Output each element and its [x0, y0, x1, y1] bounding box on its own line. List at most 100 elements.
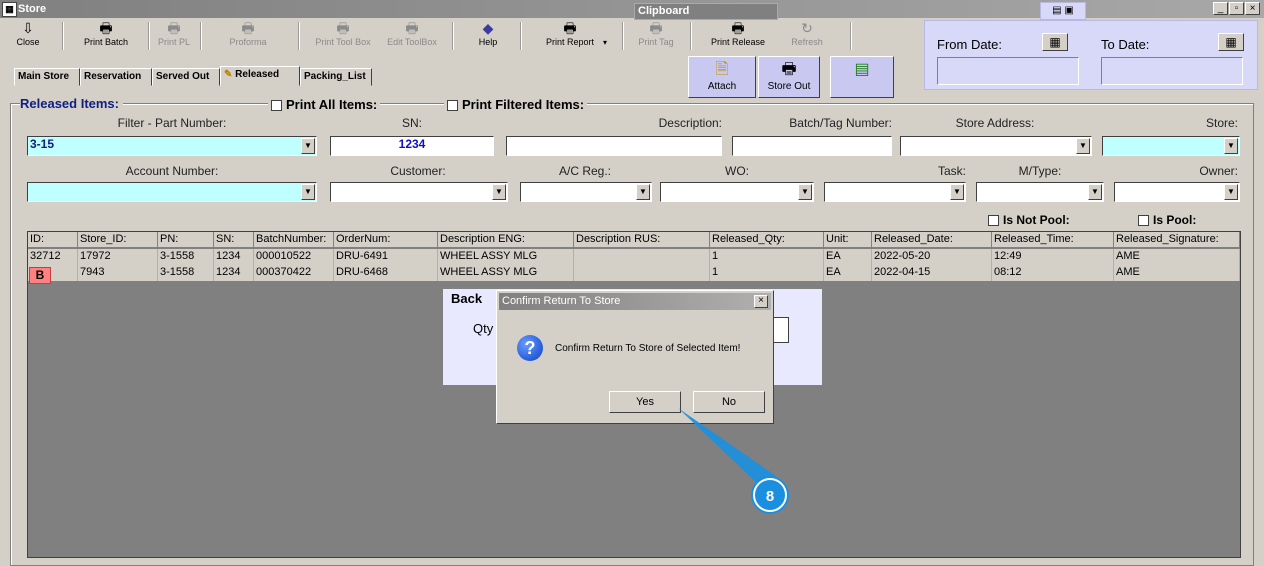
toolbar-separator	[298, 22, 300, 50]
table-row[interactable]: 32712 17972 3-1558 1234 000010522 DRU-64…	[28, 249, 1240, 265]
is-not-pool-checkbox[interactable]: Is Not Pool:	[988, 213, 1070, 227]
attach-icon: 🗎	[715, 61, 729, 78]
column-header[interactable]: Description RUS:	[574, 232, 710, 248]
print-filtered-items-checkbox[interactable]: Print Filtered Items:	[444, 97, 588, 112]
toolbar-separator	[62, 22, 64, 50]
is-pool-checkbox[interactable]: Is Pool:	[1138, 213, 1196, 227]
from-date-field[interactable]	[937, 57, 1079, 85]
wo-combo[interactable]: ▼	[660, 182, 814, 202]
from-date-label: From Date:	[937, 37, 1003, 52]
print-pl-button[interactable]: 🖶 Print PL	[152, 20, 196, 52]
qty-input[interactable]	[773, 317, 789, 343]
to-date-label: To Date:	[1101, 37, 1150, 52]
column-header[interactable]: PN:	[158, 232, 214, 248]
proforma-button[interactable]: 🖶 Proforma	[204, 20, 292, 52]
chevron-down-icon[interactable]: ▼	[636, 184, 650, 200]
customer-combo[interactable]: ▼	[330, 182, 508, 202]
description-input[interactable]	[506, 136, 722, 156]
printer-icon: 🖶	[241, 20, 255, 36]
attach-button[interactable]: 🗎 Attach	[688, 56, 756, 98]
print-tag-button[interactable]: 🖶 Print Tag	[634, 20, 678, 52]
column-header[interactable]: Released_Date:	[872, 232, 992, 248]
help-book-icon: ◆	[482, 20, 494, 36]
ac-reg-combo[interactable]: ▼	[520, 182, 652, 202]
dialog-message: Confirm Return To Store of Selected Item…	[555, 343, 741, 354]
tab-packing-list[interactable]: Packing_List	[300, 68, 372, 86]
close-button[interactable]: ⇩ Close	[14, 20, 42, 52]
column-header[interactable]: Released_Qty:	[710, 232, 824, 248]
tab-served-out[interactable]: Served Out	[152, 68, 220, 86]
column-header[interactable]: Unit:	[824, 232, 872, 248]
print-tool-box-button[interactable]: 🖶 Print Tool Box	[302, 20, 384, 52]
tab-released[interactable]: ✎ Released	[220, 66, 300, 86]
printer-icon: 🖶	[99, 20, 113, 36]
owner-combo[interactable]: ▼	[1114, 182, 1240, 202]
help-button[interactable]: ◆ Help	[468, 20, 508, 52]
chevron-down-icon[interactable]: ▼	[1076, 138, 1090, 154]
column-header[interactable]: Released_Time:	[992, 232, 1114, 248]
chevron-down-icon[interactable]: ▼	[1224, 138, 1238, 154]
table-header: ID: Store_ID: PN: SN: BatchNumber: Order…	[28, 232, 1240, 248]
column-header[interactable]: Description ENG:	[438, 232, 574, 248]
column-header[interactable]: Released_Signature:	[1114, 232, 1240, 248]
tab-main-store[interactable]: Main Store	[14, 68, 80, 86]
to-date-field[interactable]	[1101, 57, 1243, 85]
chevron-down-icon[interactable]: ▼	[950, 184, 964, 200]
edit-toolbox-button[interactable]: 🖶 Edit ToolBox	[384, 20, 440, 52]
chevron-down-icon[interactable]: ▼	[301, 184, 315, 200]
chevron-down-icon[interactable]: ▼	[1088, 184, 1102, 200]
printer-icon: 🖶	[781, 61, 797, 78]
sn-input[interactable]: 1234	[330, 136, 494, 156]
description-label: Description:	[658, 116, 722, 130]
store-address-combo[interactable]: ▼	[900, 136, 1092, 156]
toolbar-separator	[200, 22, 202, 50]
part-number-combo[interactable]: 3-15 ▼	[27, 136, 317, 156]
restore-icon[interactable]: ▫	[1229, 2, 1244, 15]
calendar-icon[interactable]: ▦	[1218, 33, 1244, 51]
clipboard-window[interactable]: Clipboard	[634, 3, 778, 20]
store-combo[interactable]: ▼	[1102, 136, 1240, 156]
task-combo[interactable]: ▼	[824, 182, 966, 202]
column-header[interactable]: Store_ID:	[78, 232, 158, 248]
chevron-down-icon[interactable]: ▼	[1224, 184, 1238, 200]
print-report-button[interactable]: 🖶 Print Report	[528, 20, 612, 52]
customer-label: Customer:	[390, 164, 446, 178]
mtype-combo[interactable]: ▼	[976, 182, 1104, 202]
chevron-down-icon[interactable]: ▼	[301, 138, 315, 154]
refresh-button[interactable]: ↻ Refresh	[784, 20, 830, 52]
table-row[interactable]: 7 7943 3-1558 1234 000370422 DRU-6468 WH…	[28, 265, 1240, 281]
printer-icon: 🖶	[563, 20, 577, 36]
store-out-button[interactable]: 🖶 Store Out	[758, 56, 820, 98]
chevron-down-icon[interactable]: ▾	[603, 38, 607, 47]
account-number-label: Account Number:	[125, 164, 219, 178]
small-toolbar-icons[interactable]: ▤ ▣	[1040, 2, 1086, 20]
printer-icon: 🖶	[336, 20, 350, 36]
print-all-items-checkbox[interactable]: Print All Items:	[268, 97, 381, 112]
task-label: Task:	[937, 164, 966, 178]
close-icon[interactable]: ×	[754, 295, 768, 308]
chevron-down-icon[interactable]: ▼	[798, 184, 812, 200]
back-panel-title: Back	[451, 291, 483, 306]
column-header[interactable]: ID:	[28, 232, 78, 248]
wo-label: WO:	[725, 164, 749, 178]
minimize-icon[interactable]: _	[1213, 2, 1228, 15]
refresh-icon: ↻	[801, 20, 813, 36]
column-header[interactable]: SN:	[214, 232, 254, 248]
toolbar-separator	[520, 22, 522, 50]
print-release-button[interactable]: 🖶 Print Release	[704, 20, 772, 52]
column-header[interactable]: OrderNum:	[334, 232, 438, 248]
account-number-combo[interactable]: ▼	[27, 182, 317, 202]
chevron-down-icon[interactable]: ▼	[492, 184, 506, 200]
toolbar-separator	[622, 22, 624, 50]
printer-icon: 🖶	[167, 20, 181, 36]
tab-reservation[interactable]: Reservation	[80, 68, 152, 86]
close-icon: ⇩	[22, 20, 34, 36]
batch-tag-input[interactable]	[732, 136, 892, 156]
column-header[interactable]: BatchNumber:	[254, 232, 334, 248]
calendar-icon[interactable]: ▦	[1042, 33, 1068, 51]
close-window-icon[interactable]: ×	[1245, 2, 1260, 15]
print-batch-button[interactable]: 🖶 Print Batch	[68, 20, 144, 52]
export-excel-button[interactable]: ▤	[830, 56, 894, 98]
edit-note-icon: ✎	[224, 69, 233, 80]
window-title: Store	[18, 3, 47, 15]
